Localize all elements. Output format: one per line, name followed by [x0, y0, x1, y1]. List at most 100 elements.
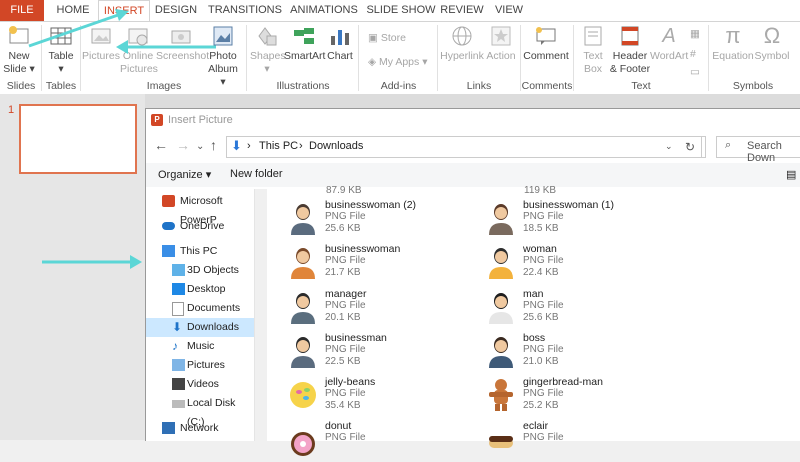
tree-item-desktop[interactable]: Desktop — [146, 280, 254, 299]
tab-review[interactable]: REVIEW — [439, 0, 485, 21]
tree-item-microsoft-powerpoint[interactable]: Microsoft PowerP — [146, 192, 254, 226]
symbol-button[interactable]: Ω Symbol — [754, 24, 790, 63]
breadcrumb-this-pc[interactable]: This PC — [259, 140, 298, 152]
tree-item-videos[interactable]: Videos — [146, 375, 254, 394]
tree-item-local-disk[interactable]: Local Disk (C:) — [146, 394, 254, 428]
file-item[interactable]: boss PNG File 21.0 KB — [483, 330, 673, 374]
slide-number-icon[interactable]: # — [690, 48, 696, 60]
tab-transitions[interactable]: TRANSITIONS — [205, 0, 285, 21]
tree-item-onedrive[interactable]: OneDrive — [146, 217, 254, 236]
navigation-scrollbar[interactable] — [255, 189, 267, 441]
file-item[interactable]: gingerbread-man PNG File 25.2 KB — [483, 374, 673, 418]
file-item[interactable]: businessman PNG File 22.5 KB — [285, 330, 475, 374]
network-icon — [162, 422, 175, 434]
new-folder-button[interactable]: New folder — [230, 168, 283, 180]
forward-arrow-icon[interactable]: → — [176, 137, 190, 153]
file-name: jelly-beans — [325, 376, 376, 388]
tree-item-pictures[interactable]: Pictures — [146, 356, 254, 375]
chart-button[interactable]: Chart — [326, 24, 354, 63]
powerpoint-icon — [162, 195, 175, 207]
hyperlink-button[interactable]: Hyperlink — [440, 24, 484, 63]
tree-item-documents[interactable]: Documents — [146, 299, 254, 318]
file-size: 21.7 KB — [325, 267, 361, 278]
chevron-down-icon[interactable]: ⌄ — [196, 141, 204, 152]
file-size: 25.6 KB — [325, 223, 361, 234]
back-arrow-icon[interactable]: ← — [154, 137, 168, 153]
file-type: PNG File — [325, 432, 366, 443]
file-item[interactable]: woman PNG File 22.4 KB — [483, 241, 673, 285]
ribbon-separator — [358, 25, 359, 91]
file-size: 25.2 KB — [523, 400, 559, 411]
file-size: 21.0 KB — [523, 356, 559, 367]
computer-icon — [162, 245, 175, 257]
file-item[interactable]: businesswoman PNG File 21.7 KB — [285, 241, 475, 285]
tree-item-3d-objects[interactable]: 3D Objects — [146, 261, 254, 280]
tab-view[interactable]: VIEW — [487, 0, 531, 21]
organize-button[interactable]: Organize ▾ — [158, 168, 211, 181]
tree-item-music[interactable]: ♪ Music — [146, 337, 254, 356]
image-thumbnail-icon — [289, 334, 317, 368]
image-thumbnail-icon — [487, 245, 515, 279]
download-icon: ⬇ — [172, 320, 183, 334]
dialog-nav-bar: ← → ⌄ ↑ ⬇ › This PC › Downloads ⌄ ↻ ⌕ Se… — [146, 133, 800, 164]
image-thumbnail-icon — [487, 334, 515, 368]
shapes-button[interactable]: Shapes ▾ — [250, 24, 286, 76]
disk-icon — [172, 400, 185, 408]
file-size: 20.1 KB — [325, 312, 361, 323]
search-input[interactable]: ⌕ Search Down — [716, 136, 800, 164]
date-time-icon[interactable]: ▦ — [690, 28, 700, 40]
file-size-partial: 119 KB — [524, 185, 557, 196]
up-arrow-icon[interactable]: ↑ — [210, 137, 217, 153]
refresh-icon[interactable]: ↻ — [679, 136, 702, 158]
image-thumbnail-icon — [487, 378, 515, 412]
tree-item-this-pc[interactable]: This PC — [146, 242, 254, 261]
tab-animations[interactable]: ANIMATIONS — [285, 0, 363, 21]
file-item[interactable]: manager PNG File 20.1 KB — [285, 286, 475, 330]
group-label-tables: Tables — [45, 80, 77, 92]
address-bar[interactable]: ⬇ › This PC › Downloads ⌄ — [226, 136, 706, 158]
file-name: eclair — [523, 420, 549, 432]
image-thumbnail-icon — [289, 245, 317, 279]
downloads-arrow-icon: ⬇ — [231, 138, 242, 153]
file-item[interactable]: businesswoman (2) PNG File 25.6 KB — [285, 197, 475, 241]
breadcrumb-separator: › — [299, 140, 303, 152]
tab-design[interactable]: DESIGN — [150, 0, 202, 21]
action-button[interactable]: Action — [484, 24, 518, 63]
address-dropdown-icon[interactable]: ⌄ — [665, 141, 673, 152]
tab-slide-show[interactable]: SLIDE SHOW — [363, 0, 439, 21]
video-icon — [172, 378, 185, 390]
object-icon[interactable]: ▭ — [690, 66, 700, 78]
dialog-title: Insert Picture — [168, 114, 233, 126]
smartart-icon — [292, 24, 316, 48]
file-item[interactable]: man PNG File 25.6 KB — [483, 286, 673, 330]
tree-item-downloads[interactable]: ⬇ Downloads — [146, 318, 254, 337]
comment-icon — [534, 24, 558, 48]
equation-button[interactable]: π Equation — [712, 24, 754, 63]
file-item[interactable]: businesswoman (1) PNG File 18.5 KB — [483, 197, 673, 241]
view-options-icon[interactable]: ▤ — [786, 168, 796, 181]
store-icon: ▣ — [368, 32, 378, 44]
file-item[interactable]: jelly-beans PNG File 35.4 KB — [285, 374, 475, 418]
chart-icon — [328, 24, 352, 48]
file-item[interactable]: donut PNG File — [285, 418, 475, 462]
slide-thumbnail[interactable] — [19, 104, 137, 174]
breadcrumb-downloads[interactable]: Downloads — [309, 140, 363, 152]
comment-button[interactable]: Comment — [522, 24, 570, 63]
dialog-toolbar: Organize ▾ New folder ▤ — [146, 163, 800, 187]
file-name: boss — [523, 332, 546, 344]
header-footer-button[interactable]: Header & Footer — [608, 24, 652, 76]
file-type: PNG File — [325, 388, 366, 399]
omega-icon: Ω — [763, 23, 781, 48]
store-button[interactable]: ▣ Store — [368, 32, 406, 44]
file-item[interactable]: eclair PNG File — [483, 418, 673, 462]
slide-number: 1 — [8, 104, 15, 116]
image-thumbnail-icon — [289, 290, 317, 324]
smartart-button[interactable]: SmartArt — [284, 24, 325, 63]
text-box-button[interactable]: Text Box — [578, 24, 608, 76]
wordart-button[interactable]: A WordArt — [650, 24, 688, 63]
my-apps-button[interactable]: ◈ My Apps ▾ — [368, 56, 427, 68]
file-name: man — [523, 288, 544, 300]
tree-item-network[interactable]: Network — [146, 419, 254, 438]
file-type: PNG File — [523, 432, 564, 443]
image-thumbnail-icon — [487, 201, 515, 235]
